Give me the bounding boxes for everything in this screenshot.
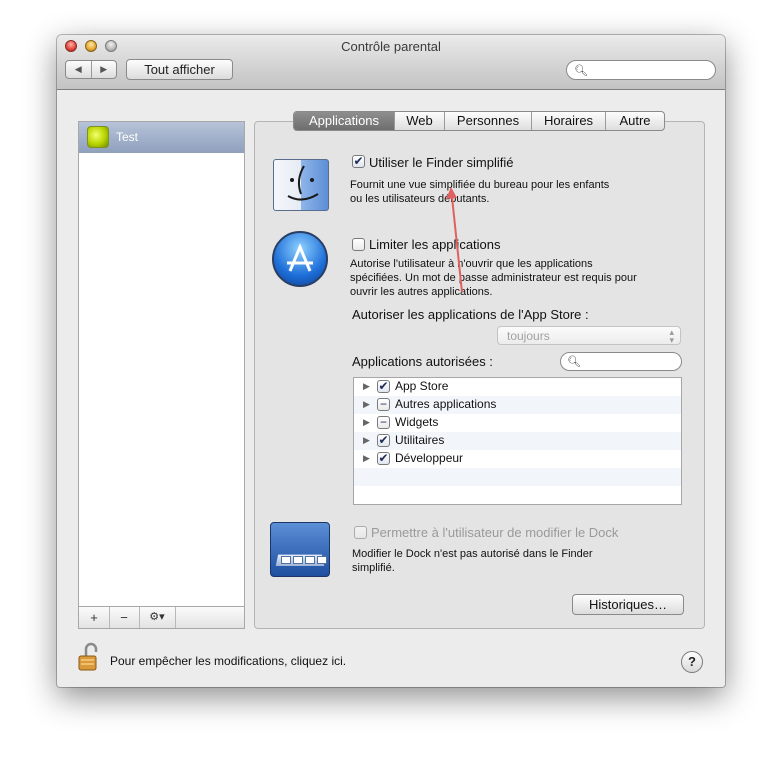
add-user-button[interactable]: + (79, 607, 110, 628)
search-field[interactable]: 🔍︎ (566, 60, 716, 80)
forward-button[interactable]: ▶ (90, 61, 117, 78)
disclosure-triangle-icon[interactable]: ▶ (363, 435, 370, 446)
simple-finder-description-1: Fournit une vue simplifiée du bureau pou… (350, 179, 610, 191)
title-bar: Contrôle parental ◀ ▶ Tout afficher 🔍︎ (57, 35, 725, 90)
history-button[interactable]: Historiques… (572, 594, 684, 615)
list-item[interactable]: ▶ ✔ App Store (354, 378, 681, 396)
limit-apps-checkbox[interactable] (352, 238, 365, 251)
simple-finder-checkbox[interactable]: ✔ (352, 155, 365, 168)
item-label: Autres applications (395, 397, 497, 411)
list-item[interactable]: ▶ − Autres applications (354, 396, 681, 414)
item-checkbox[interactable]: ✔ (377, 452, 390, 465)
item-label: Widgets (395, 415, 439, 429)
help-button[interactable]: ? (681, 651, 703, 673)
sidebar-toolbar: + − ⚙▾ (78, 606, 245, 629)
search-icon: 🔍︎ (574, 65, 588, 77)
tab-bar: Applications Web Personnes Horaires Autr… (293, 111, 665, 131)
popup-arrows-icon: ▴ ▾ (669, 327, 674, 345)
allowed-apps-label: Applications autorisées : (352, 354, 493, 369)
simple-finder-description-2: ou les utilisateurs débutants. (350, 193, 490, 205)
dock-icon (270, 522, 330, 577)
disclosure-triangle-icon[interactable]: ▶ (363, 381, 370, 392)
item-label: App Store (395, 379, 449, 393)
modify-dock-description-1: Modifier le Dock n'est pas autorisé dans… (352, 548, 593, 560)
disclosure-triangle-icon[interactable]: ▶ (363, 399, 370, 410)
user-list[interactable]: Test (78, 121, 245, 629)
modify-dock-label: Permettre à l'utilisateur de modifier le… (371, 525, 619, 540)
dock-icon-tiles (281, 556, 327, 564)
lock-message[interactable]: Pour empêcher les modifications, cliquez… (110, 654, 346, 668)
item-checkbox[interactable]: − (377, 398, 390, 411)
limit-apps-description-1: Autorise l'utilisateur à n'ouvrir que le… (350, 258, 593, 270)
item-label: Développeur (395, 451, 464, 465)
simple-finder-label: Utiliser le Finder simplifié (369, 155, 514, 170)
list-item[interactable]: ▶ ✔ Développeur (354, 450, 681, 468)
window-title: Contrôle parental (341, 39, 441, 54)
back-forward-control: ◀ ▶ (65, 60, 117, 79)
app-store-icon (272, 231, 328, 287)
user-row-test[interactable]: Test (79, 122, 244, 153)
tab-personnes[interactable]: Personnes (444, 112, 531, 130)
tab-applications[interactable]: Applications (294, 112, 394, 130)
list-empty-row (354, 468, 681, 486)
list-item[interactable]: ▶ ✔ Utilitaires (354, 432, 681, 450)
lock-icon[interactable] (77, 642, 101, 672)
item-label: Utilitaires (395, 433, 445, 447)
modify-dock-checkbox[interactable] (354, 526, 367, 539)
item-checkbox[interactable]: − (377, 416, 390, 429)
allowed-apps-list[interactable]: ▶ ✔ App Store ▶ − Autres applications ▶ … (353, 377, 682, 505)
app-store-popup-value: toujours (507, 329, 550, 343)
item-checkbox[interactable]: ✔ (377, 434, 390, 447)
allowed-apps-search[interactable]: 🔍︎ (560, 352, 682, 371)
remove-user-button[interactable]: − (109, 607, 140, 628)
disclosure-triangle-icon[interactable]: ▶ (363, 417, 370, 428)
limit-apps-description-2: spécifiées. Un mot de passe administrate… (350, 272, 637, 284)
parental-controls-window: Contrôle parental ◀ ▶ Tout afficher 🔍︎ T… (57, 35, 725, 687)
back-button[interactable]: ◀ (66, 61, 91, 78)
avatar (87, 126, 109, 148)
tab-autre[interactable]: Autre (605, 112, 664, 130)
finder-icon (273, 159, 329, 211)
limit-apps-label: Limiter les applications (369, 237, 501, 252)
search-icon: 🔍︎ (567, 356, 581, 368)
item-checkbox[interactable]: ✔ (377, 380, 390, 393)
limit-apps-description-3: ouvrir les autres applications. (350, 286, 493, 298)
list-item[interactable]: ▶ − Widgets (354, 414, 681, 432)
user-name: Test (116, 130, 139, 144)
modify-dock-description-2: simplifié. (352, 562, 395, 574)
action-menu-button[interactable]: ⚙▾ (139, 607, 176, 628)
disclosure-triangle-icon[interactable]: ▶ (363, 453, 370, 464)
tab-horaires[interactable]: Horaires (531, 112, 605, 130)
app-store-allow-label: Autoriser les applications de l'App Stor… (352, 307, 589, 322)
show-all-button[interactable]: Tout afficher (126, 59, 233, 80)
app-store-popup[interactable]: toujours ▴ ▾ (497, 326, 681, 345)
tab-web[interactable]: Web (394, 112, 444, 130)
